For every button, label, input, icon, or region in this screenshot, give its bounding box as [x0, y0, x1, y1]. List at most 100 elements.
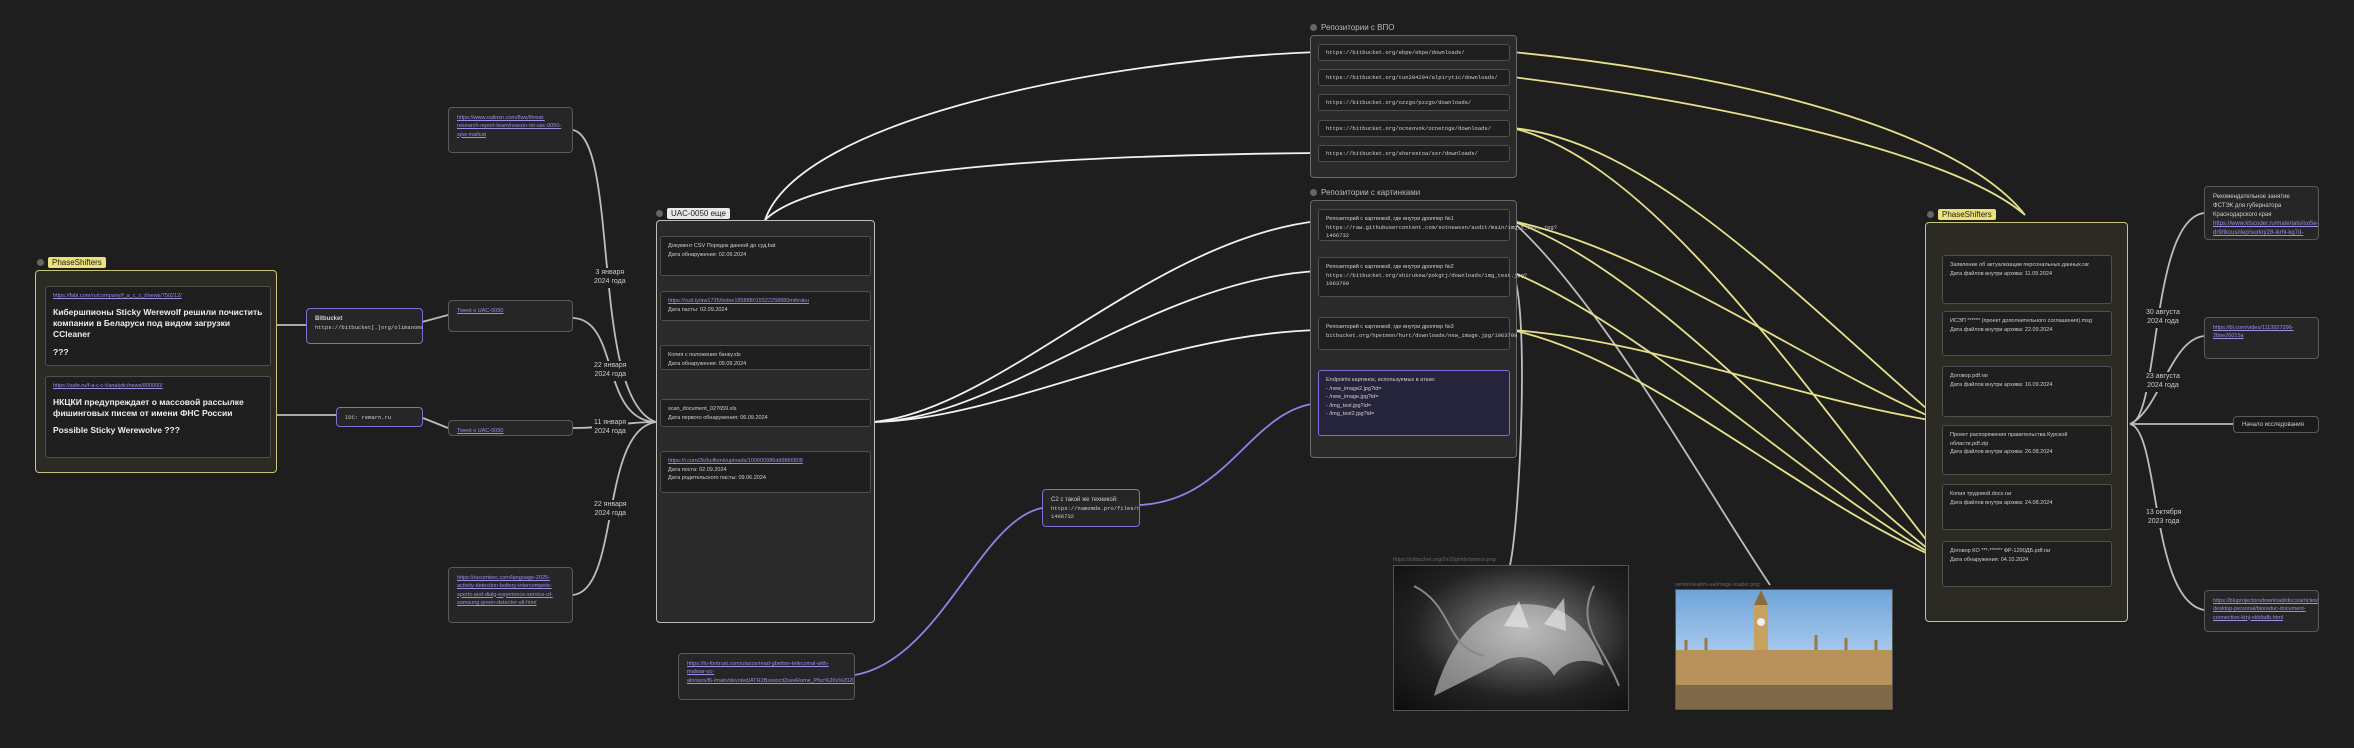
pic-repo-3[interactable]: Репозиторий с картинкой, где внутри дроп…: [1318, 317, 1518, 350]
group-tag: PhaseShifters: [1938, 209, 1996, 220]
top-link-node[interactable]: https://www.oalinsn.com/8ws/threat-resea…: [448, 107, 573, 153]
main-card-title: Документ CSV Порядок данной до суд.bat: [668, 243, 776, 249]
bitbucket-title: Bitbucket: [315, 316, 343, 322]
edge-right-pic1: [1511, 220, 1943, 423]
edge-label-r1: 30 августа 2024 года: [2144, 308, 2182, 328]
edge-label-r3: 13 октября 2023 года: [2144, 508, 2184, 528]
right-card-title: Договор КО ***-****** ФР-1290ДБ.pdf.rar: [1950, 548, 2051, 554]
edge-main-vpo1: [764, 51, 1319, 221]
pic-endpoints[interactable]: Endpoints картинок, используемых в атаке…: [1318, 370, 1510, 436]
vpo-repo-1[interactable]: https://bitbucket.org/ebpe/ebpe/download…: [1318, 44, 1510, 61]
right-card-title: Заявление об актуализации персональных д…: [1950, 262, 2090, 268]
bottom-link-node[interactable]: https://rucomtrec.com/language-2025-acti…: [448, 567, 573, 623]
vpo-repo-2[interactable]: https://bitbucket.org/tun204204/alpiryti…: [1318, 69, 1510, 86]
right-card-meta: Дата обнаружения: 04.10.2024: [1950, 556, 2029, 563]
endpoint-item: - /img_test2.jpg?id=: [1326, 411, 1375, 418]
edge-tweet1-bitbucket: [421, 314, 449, 323]
right-card-2[interactable]: ИСЭП ****** (проект дополнительного согл…: [1942, 311, 2112, 356]
group-label-pics: Репозитории с картинками: [1310, 188, 1420, 197]
main-card-title[interactable]: https://cutt.ly/aw1735/tsdse185888015522…: [668, 297, 863, 306]
pic-repo-1[interactable]: Репозиторий с картинкой, где внутри дроп…: [1318, 209, 1558, 241]
group-dot-icon: [1310, 24, 1317, 31]
right-card-3[interactable]: Договор.pdf.rar Дата файлов внутри архив…: [1942, 366, 2112, 417]
bitbucket-url: https://bitbucket[.]org/olimanomo/oliman…: [315, 324, 422, 331]
pic-repo-title: Репозиторий с картинкой, где внутри дроп…: [1326, 216, 1454, 222]
pic-repo-title: Репозиторий с картинкой, где внутри дроп…: [1326, 324, 1454, 330]
tweet2-node[interactable]: Tweet o UAC-0050: [448, 420, 573, 436]
edge-label-e2: 22 января 2024 года: [592, 361, 629, 381]
group-title: Репозитории с ВПО: [1321, 23, 1395, 32]
vpo-repo-4[interactable]: https://bitbucket.org/ocneovok/ocnetnge/…: [1318, 120, 1510, 137]
group-label-right: PhaseShifters: [1927, 209, 1996, 220]
bottom-link-node-2[interactable]: https://lo-fontrust.com/ulacos/read-gbet…: [678, 653, 855, 700]
investigate-text: Начало исследования: [2242, 422, 2304, 428]
edge-right-vpo4: [1511, 127, 1943, 423]
right-card-meta: Дата файлов внутри архива: 24.08.2024: [1950, 499, 2053, 506]
news-card-1: https://fabi.com/ru/company/f_a_c_c_t/ne…: [45, 286, 271, 366]
right-card-5[interactable]: Копия трудовой.docx.rar Дата файлов внут…: [1942, 484, 2112, 530]
main-card-meta: Дата пасты: 02.09.2024: [668, 306, 728, 313]
pic-repo-url: bitbucket.org/hpetmnn/hurt/downloads/new…: [1326, 331, 1518, 339]
c2-title: C2 с такой же техникой:: [1051, 497, 1118, 503]
right-card-4[interactable]: Проект распоряжения правительства Курско…: [1942, 425, 2112, 475]
main-card-2[interactable]: https://cutt.ly/aw1735/tsdse185888015522…: [660, 291, 871, 321]
tweet1-node[interactable]: Tweet o UAC-0050: [448, 300, 573, 332]
right-card-meta: Дата файлов внутри архива: 11.09.2024: [1950, 270, 2053, 277]
main-card-title[interactable]: https://i.com/2k/bulltonk/uploads/100600…: [668, 457, 863, 466]
bitbucket-node[interactable]: Bitbucket https://bitbucket[.]org/oliman…: [306, 308, 423, 344]
ioc-node[interactable]: IOC: remarn.ru: [336, 407, 423, 427]
main-card-3[interactable]: Копия с положения банку.xls Дата обнаруж…: [660, 345, 871, 370]
endpoint-item: - /new_image.jpg?id=: [1326, 394, 1379, 401]
london-caption: sentincleabm-ua/image-loader.png: [1675, 582, 1760, 588]
edge-label-r2: 23 августа 2024 года: [2144, 372, 2182, 392]
right-card-title: ИСЭП ****** (проект дополнительного согл…: [1950, 318, 2092, 324]
right-card-title: Договор.pdf.rar: [1950, 373, 1989, 379]
main-card-5[interactable]: https://i.com/2k/bulltonk/uploads/100600…: [660, 451, 871, 493]
endpoints-title: Endpoints картинок, используемых в атаке…: [1326, 377, 1436, 383]
main-card-4[interactable]: scan_document_027659.xls Дата первого об…: [660, 399, 871, 427]
main-card-title: scan_document_027659.xls: [668, 406, 737, 412]
recommend-link[interactable]: https://www.ktscoder.ru/materials/iso5e-…: [2213, 220, 2318, 239]
news-link-2[interactable]: https://safe.ru/f-a-c-c-t/analytic/news/…: [53, 382, 263, 391]
news-headline-2: НКЦКИ предупреждает о массовой рассылке …: [53, 396, 244, 418]
edge-label-e3: 11 января 2024 года: [592, 418, 629, 438]
main-card-meta2: Дата родительского пасты: 09.06.2024: [668, 475, 766, 482]
right-card-6[interactable]: Договор КО ***-****** ФР-1290ДБ.pdf.rar …: [1942, 541, 2112, 587]
group-label-main: UAC-0050 еще: [656, 208, 730, 219]
endpoint-item: - /new_image2.jpg?id=: [1326, 385, 1382, 392]
group-label-left: PhaseShifters: [37, 257, 106, 268]
group-dot-icon: [656, 210, 663, 217]
news-link-1[interactable]: https://fabi.com/ru/company/f_a_c_c_t/ne…: [53, 292, 263, 301]
london-image[interactable]: [1675, 589, 1893, 710]
pic-repo-url: https://bitbucket.org/shirukew/pokgtj/do…: [1326, 271, 1528, 288]
mid-link-node[interactable]: https://bl.com/video/1113927396-2bbe2601…: [2204, 317, 2319, 359]
edge-tweet2-ioc: [422, 417, 449, 429]
investigate-node[interactable]: Начало исследования: [2233, 416, 2319, 433]
recommend-node[interactable]: Рекомендательное занятие ФСТЭК для губер…: [2204, 186, 2319, 240]
news-question-1: ???: [53, 346, 69, 357]
edge-bottomlink-c2: [854, 507, 1043, 676]
edge-right-vpo4b: [1511, 127, 1943, 561]
group-dot-icon: [1310, 189, 1317, 196]
edge-pic1-london: [1511, 220, 1771, 586]
main-card-meta: Дата обнаружения: 09.09.2024: [668, 360, 747, 367]
pic-repo-2[interactable]: Репозиторий с картинкой, где внутри дроп…: [1318, 257, 1528, 297]
c2-node[interactable]: C2 с такой же техникой: https://namomde.…: [1042, 489, 1140, 527]
group-tag: PhaseShifters: [48, 257, 106, 268]
right-card-meta: Дата файлов внутри архива: 26.08.2024: [1950, 449, 2053, 456]
edge-main-pic1: [872, 220, 1319, 423]
vpo-repo-5[interactable]: https://bitbucket.org/sherestoa/ssr/down…: [1318, 145, 1510, 162]
bottom-right-link-node[interactable]: https://bluprojectorsdownload/docs/artic…: [2204, 590, 2319, 632]
edge-main-pic3: [872, 329, 1319, 423]
wolf-image[interactable]: [1393, 565, 1629, 711]
vpo-repo-3[interactable]: https://bitbucket.org/ozzgo/pzzgo/downlo…: [1318, 94, 1510, 111]
building-art-icon: [1676, 590, 1892, 709]
pic-repo-url: https://raw.githubusercontent.com/sotnew…: [1326, 223, 1558, 240]
c2-url: https://namomde.pro/files/new_image.jpg?…: [1051, 505, 1140, 521]
right-card-1[interactable]: Заявление об актуализации персональных д…: [1942, 255, 2112, 304]
news-extra-2: Possible Sticky Werewolve ???: [53, 425, 180, 436]
news-headline-1: Кибершпионы Sticky Werewolf решили почис…: [53, 306, 263, 340]
main-card-meta: Дата обнаружения: 02.09.2024: [668, 251, 747, 258]
edge-right-vpo3: [1511, 76, 2026, 216]
main-card-1[interactable]: Документ CSV Порядок данной до суд.bat Д…: [660, 236, 871, 276]
